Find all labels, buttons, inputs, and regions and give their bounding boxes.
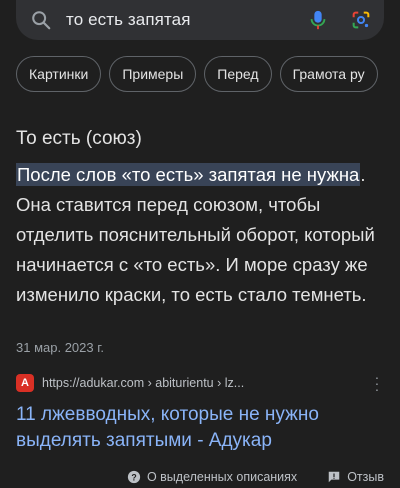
more-options-icon[interactable]: · · ·	[370, 370, 384, 396]
search-query[interactable]: то есть запятая	[66, 10, 308, 30]
result-title-link[interactable]: 11 лжевводных, которые не нужно выделять…	[16, 402, 384, 454]
snippet-text: После слов «то есть» запятая не нужна. О…	[16, 160, 378, 310]
feedback-icon	[328, 471, 340, 483]
chip-examples[interactable]: Примеры	[109, 56, 197, 92]
snippet-highlight: После слов «то есть» запятая не нужна	[16, 163, 361, 186]
chip-images[interactable]: Картинки	[16, 56, 102, 92]
google-lens-icon[interactable]	[350, 9, 372, 31]
filter-chips: Картинки Примеры Перед Грамота ру	[16, 56, 400, 92]
search-icon	[32, 11, 51, 30]
favicon-icon: A	[16, 374, 34, 392]
feedback-link[interactable]: Отзыв	[327, 470, 384, 484]
help-icon: ?	[127, 470, 141, 484]
result-source[interactable]: A https://adukar.com › abiturientu › lz.…	[16, 370, 384, 396]
snippet-date: 31 мар. 2023 г.	[16, 340, 104, 355]
svg-text:?: ?	[131, 473, 136, 483]
feedback-label: Отзыв	[347, 470, 384, 484]
search-result: A https://adukar.com › abiturientu › lz.…	[16, 370, 384, 454]
result-url[interactable]: https://adukar.com › abiturientu › lz...	[42, 376, 370, 390]
microphone-icon[interactable]	[308, 9, 328, 31]
chip-gramota[interactable]: Грамота ру	[279, 56, 378, 92]
chip-before[interactable]: Перед	[204, 56, 272, 92]
search-bar[interactable]: то есть запятая	[16, 0, 384, 40]
snippet-title: То есть (союз)	[16, 128, 142, 149]
about-snippets-link[interactable]: ? О выделенных описаниях	[127, 470, 297, 484]
snippet-footer: ? О выделенных описаниях Отзыв	[0, 466, 400, 488]
about-snippets-label: О выделенных описаниях	[146, 470, 298, 484]
